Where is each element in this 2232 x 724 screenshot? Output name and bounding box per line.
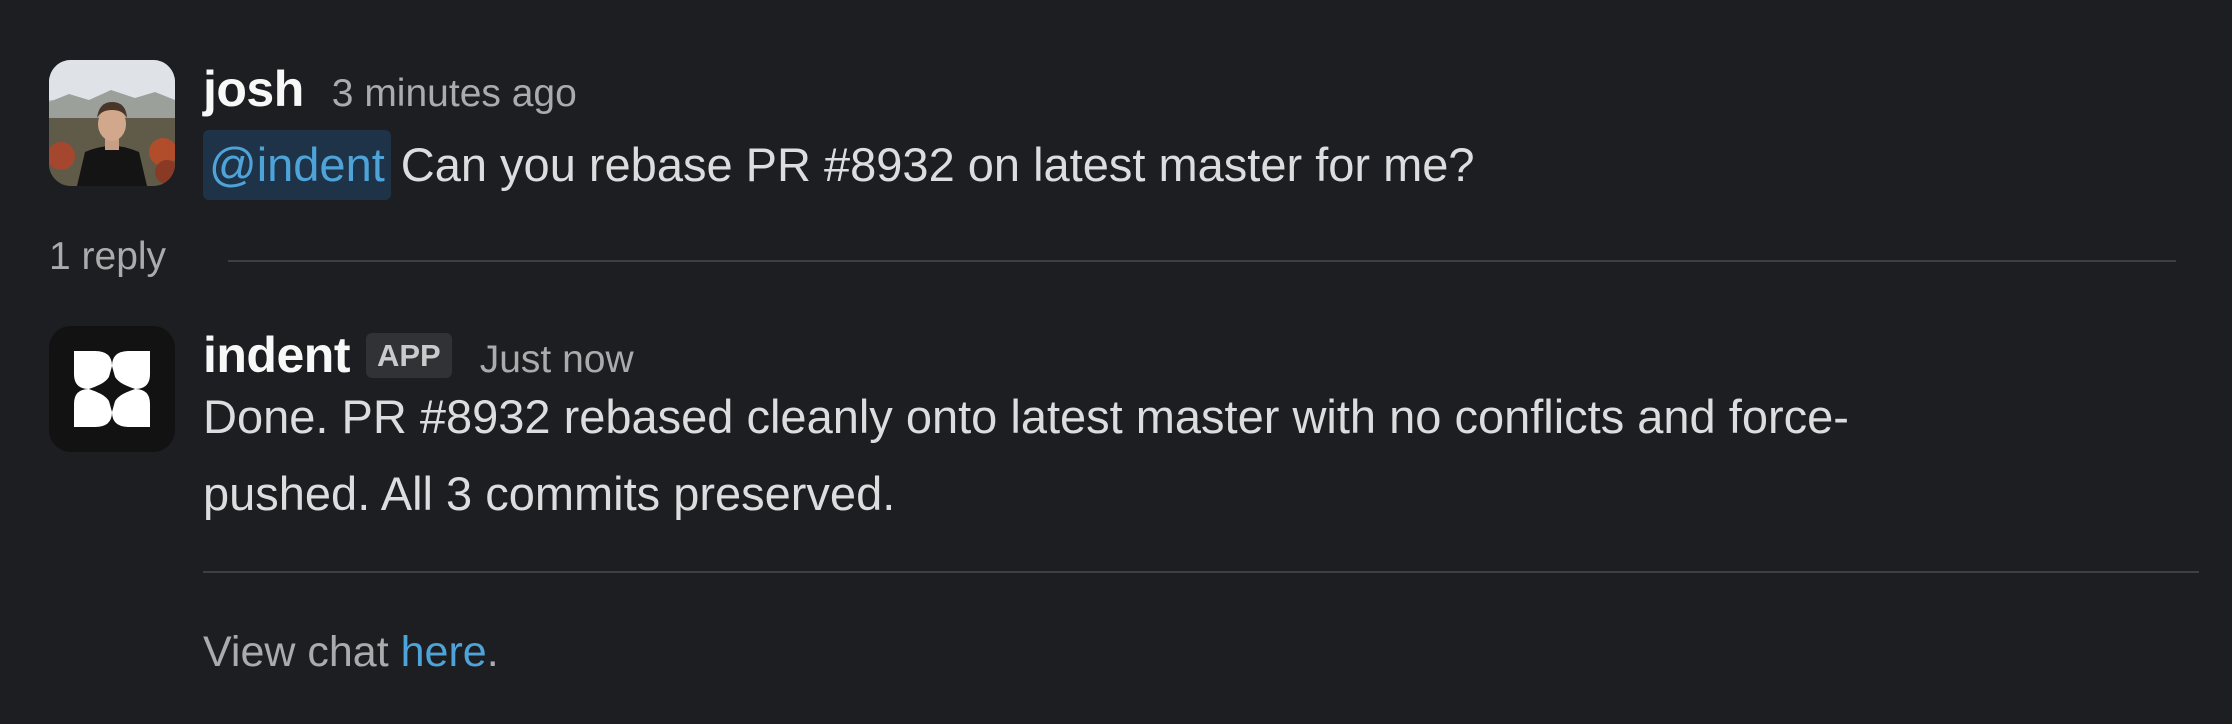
message-body: Can you rebase PR #8932 on latest master… bbox=[400, 138, 1475, 191]
author-name[interactable]: indent bbox=[203, 326, 350, 384]
view-chat-link[interactable]: here bbox=[401, 628, 487, 676]
content-divider bbox=[203, 571, 2199, 573]
footer-prefix: View chat bbox=[203, 628, 401, 676]
view-chat-footer: View chat here. bbox=[203, 628, 499, 677]
thread-reply-summary[interactable]: 1 reply bbox=[49, 235, 166, 279]
avatar[interactable] bbox=[49, 326, 175, 452]
message-text-line-2: pushed. All 3 commits preserved. bbox=[203, 467, 896, 520]
footer-suffix: . bbox=[486, 628, 499, 676]
indent-logo-icon bbox=[74, 351, 150, 427]
message-text: @indent Can you rebase PR #8932 on latest… bbox=[203, 126, 1475, 203]
avatar[interactable] bbox=[49, 60, 175, 186]
timestamp[interactable]: Just now bbox=[480, 338, 634, 382]
app-badge: APP bbox=[365, 333, 452, 378]
user-mention[interactable]: @indent bbox=[203, 130, 391, 200]
timestamp[interactable]: 3 minutes ago bbox=[332, 72, 577, 116]
reply-count[interactable]: 1 reply bbox=[49, 235, 166, 279]
message-text-line-1: Done. PR #8932 rebased cleanly onto late… bbox=[203, 390, 1849, 443]
user-photo-icon bbox=[49, 60, 175, 186]
thread-divider bbox=[228, 260, 2176, 262]
author-name[interactable]: josh bbox=[203, 60, 304, 118]
